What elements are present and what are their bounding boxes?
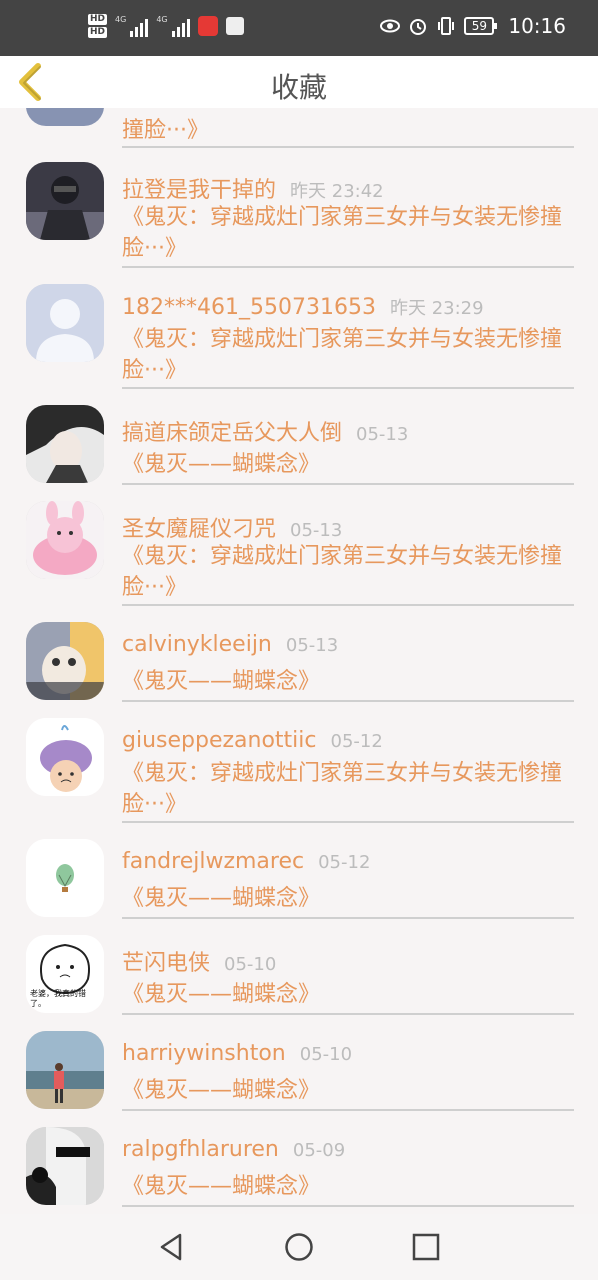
name-row: fandrejlwzmarec 05-12 <box>122 849 370 874</box>
nav-back-button[interactable] <box>154 1229 190 1265</box>
book-title[interactable]: 《鬼灭——蝴蝶念》 <box>122 1171 572 1202</box>
avatar <box>26 718 104 796</box>
name-row: 芒闪电侠 05-10 <box>122 945 276 977</box>
nav-home-button[interactable] <box>281 1229 317 1265</box>
avatar <box>26 284 104 362</box>
home-circle-icon <box>285 1233 313 1261</box>
list-item[interactable]: 圣女魔屣仪刁咒 05-13 《鬼灭：穿越成灶门家第三女并与女装无惨撞脸···》 <box>0 485 598 605</box>
avatar <box>26 1031 104 1109</box>
vibrate-icon <box>436 16 456 36</box>
user-name[interactable]: 182***461_550731653 <box>122 295 376 320</box>
network-type-2: 4G <box>156 15 168 24</box>
name-row: harriywinshton 05-10 <box>122 1041 352 1066</box>
timestamp: 昨天 23:42 <box>290 181 384 202</box>
list-item[interactable]: calvinykleeijn 05-13 《鬼灭——蝴蝶念》 <box>0 606 598 702</box>
avatar <box>26 108 104 126</box>
status-left: HD HD 4G 4G <box>88 14 244 38</box>
timestamp: 05-12 <box>330 731 383 752</box>
list-item[interactable]: 拉登是我干掉的 昨天 23:42 《鬼灭：穿越成灶门家第三女并与女装无惨撞脸···… <box>0 146 598 266</box>
avatar <box>26 622 104 700</box>
timestamp: 05-13 <box>290 520 343 541</box>
name-row: 搞道床颌定岳父大人倒 05-13 <box>122 415 408 447</box>
user-name[interactable]: 搞道床颌定岳父大人倒 <box>122 421 342 446</box>
list-item[interactable]: 老婆，我真的错了。 芒闪电侠 05-10 《鬼灭——蝴蝶念》 <box>0 919 598 1015</box>
avatar <box>26 1127 104 1205</box>
user-name[interactable]: 圣女魔屣仪刁咒 <box>122 517 276 542</box>
timestamp: 05-13 <box>285 635 339 656</box>
book-title[interactable]: 《鬼灭：穿越成灶门家第三女并与女装无惨撞脸···》 <box>122 324 572 386</box>
user-name[interactable]: 拉登是我干掉的 <box>122 178 276 203</box>
book-title[interactable]: 《鬼灭：穿越成灶门家第三女并与女装无惨撞脸···》 <box>122 202 572 264</box>
name-row: ralpgfhlaruren 05-09 <box>122 1137 345 1162</box>
signal-icon-2: 4G <box>156 15 190 37</box>
user-name[interactable]: calvinykleeijn <box>122 632 272 657</box>
divider <box>122 1205 574 1207</box>
nav-recent-button[interactable] <box>408 1229 444 1265</box>
name-row: 圣女魔屣仪刁咒 05-13 <box>122 511 342 543</box>
name-row: 拉登是我干掉的 昨天 23:42 <box>122 172 384 204</box>
battery-icon: 59 <box>464 17 498 35</box>
list-item[interactable]: ralpgfhlaruren 05-09 《鬼灭——蝴蝶念》 <box>0 1111 598 1207</box>
avatar <box>26 162 104 240</box>
avatar-caption: 老婆，我真的错了。 <box>30 989 86 1008</box>
user-name[interactable]: ralpgfhlaruren <box>122 1137 279 1162</box>
status-right: 59 10:16 <box>380 14 566 38</box>
avatar <box>26 405 104 483</box>
book-title[interactable]: 《鬼灭——蝴蝶念》 <box>122 883 572 914</box>
status-bar: HD HD 4G 4G 59 10:16 <box>0 0 598 56</box>
hd-badge-1: HD <box>88 14 108 25</box>
avatar <box>26 501 104 579</box>
user-name[interactable]: giuseppezanottiic <box>122 728 317 753</box>
user-name[interactable]: harriywinshton <box>122 1041 286 1066</box>
book-title[interactable]: 《鬼灭——蝴蝶念》 <box>122 979 572 1010</box>
user-name[interactable]: fandrejlwzmarec <box>122 849 304 874</box>
back-triangle-icon <box>160 1233 182 1261</box>
timestamp: 05-12 <box>318 852 371 873</box>
wps-app-icon <box>225 17 244 35</box>
network-type-1: 4G <box>115 15 127 24</box>
avatar <box>26 839 104 917</box>
user-name[interactable]: 芒闪电侠 <box>122 951 210 976</box>
list-item[interactable]: 182***461_550731653 昨天 23:29 《鬼灭：穿越成灶门家第三… <box>0 268 598 388</box>
recent-square-icon <box>412 1233 440 1261</box>
book-title[interactable]: 《鬼灭：穿越成灶门家第三女并与女装无惨撞脸···》 <box>122 541 572 603</box>
timestamp: 05-09 <box>292 1140 346 1161</box>
name-row: calvinykleeijn 05-13 <box>122 632 338 657</box>
header-bar: 收藏 <box>0 56 598 108</box>
timestamp: 昨天 23:29 <box>389 298 484 319</box>
signal-icon-1: 4G <box>115 15 149 37</box>
list-item-partial[interactable]: 撞脸···》 <box>0 108 598 146</box>
avatar: 老婆，我真的错了。 <box>26 935 104 1013</box>
book-title[interactable]: 《鬼灭——蝴蝶念》 <box>122 666 572 697</box>
book-title[interactable]: 《鬼灭——蝴蝶念》 <box>122 1075 572 1106</box>
hd-indicators: HD HD <box>88 14 108 38</box>
list-item[interactable]: 搞道床颌定岳父大人倒 05-13 《鬼灭——蝴蝶念》 <box>0 389 598 485</box>
mail-app-icon <box>197 16 218 36</box>
timestamp: 05-13 <box>356 424 409 445</box>
clock: 10:16 <box>508 14 566 38</box>
list-item[interactable]: fandrejlwzmarec 05-12 《鬼灭——蝴蝶念》 <box>0 823 598 919</box>
timestamp: 05-10 <box>224 954 277 975</box>
page-title: 收藏 <box>270 71 327 104</box>
favorites-list[interactable]: 撞脸···》 拉登是我干掉的 昨天 23:42 《鬼灭：穿越成灶门家第三女并与女装… <box>0 108 598 1214</box>
list-item[interactable]: giuseppezanottiic 05-12 《鬼灭：穿越成灶门家第三女并与女装… <box>0 702 598 822</box>
system-nav-bar <box>0 1214 598 1280</box>
book-title[interactable]: 《鬼灭：穿越成灶门家第三女并与女装无惨撞脸···》 <box>122 758 572 820</box>
list-item[interactable]: harriywinshton 05-10 《鬼灭——蝴蝶念》 <box>0 1015 598 1111</box>
name-row: giuseppezanottiic 05-12 <box>122 728 383 753</box>
hd-badge-2: HD <box>88 27 108 38</box>
book-title[interactable]: 《鬼灭——蝴蝶念》 <box>122 449 572 480</box>
timestamp: 05-10 <box>299 1044 353 1065</box>
name-row: 182***461_550731653 昨天 23:29 <box>122 294 484 320</box>
book-title: 撞脸···》 <box>122 118 209 143</box>
alarm-icon <box>408 16 428 36</box>
eye-icon <box>380 16 401 36</box>
